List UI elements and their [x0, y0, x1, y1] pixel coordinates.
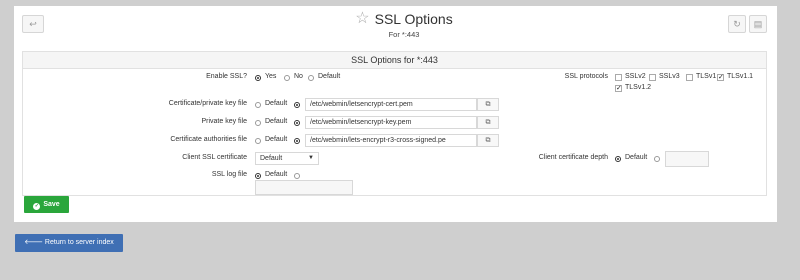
enable-ssl-no-radio[interactable]: [284, 75, 290, 81]
enable-ssl-no-label: No: [294, 73, 303, 80]
ssl-protocols-label: SSL protocols: [564, 73, 608, 80]
menu-button[interactable]: ▤: [749, 15, 767, 33]
client-depth-default-label: Default: [625, 154, 648, 161]
tlsv1-label: TLSv1: [696, 73, 717, 80]
page-header: ☆ SSL Options For *:443: [304, 11, 504, 40]
return-to-server-index-button[interactable]: 🡐 Return to server index: [15, 234, 123, 252]
cert-file-input[interactable]: /etc/webmin/letsencrypt-cert.pem: [305, 98, 477, 111]
ssl-log-default-label: Default: [265, 171, 288, 178]
ca-file-browse-button[interactable]: ⧉: [477, 134, 499, 147]
client-depth-default-radio[interactable]: [615, 156, 621, 162]
enable-ssl-default-label: Default: [318, 73, 341, 80]
private-key-label: Private key file: [201, 118, 247, 125]
client-cert-label: Client SSL certificate: [182, 154, 247, 161]
private-key-default-radio[interactable]: [255, 120, 261, 126]
menu-icon: ▤: [753, 19, 763, 29]
ca-file-custom-radio[interactable]: [294, 138, 300, 144]
ca-file-default-label: Default: [265, 136, 288, 143]
save-button-label: Save: [43, 201, 60, 208]
private-key-input[interactable]: /etc/webmin/letsencrypt-key.pem: [305, 116, 477, 129]
enable-ssl-yes-radio[interactable]: [255, 75, 261, 81]
file-chooser-icon: ⧉: [485, 137, 491, 144]
sslv2-checkbox[interactable]: [615, 74, 622, 81]
tlsv1-1-label: TLSv1.1: [727, 73, 754, 80]
ca-file-default-radio[interactable]: [255, 138, 261, 144]
cert-file-browse-button[interactable]: ⧉: [477, 98, 499, 111]
tlsv1-2-label: TLSv1.2: [625, 84, 652, 91]
client-cert-select-value: Default: [260, 155, 283, 162]
sslv3-label: SSLv3: [659, 73, 680, 80]
client-depth-input[interactable]: [665, 151, 709, 167]
cert-file-custom-radio[interactable]: [294, 102, 300, 108]
enable-ssl-default-radio[interactable]: [308, 75, 314, 81]
ssl-options-section: SSL Options for *:443 Enable SSL? Yes No…: [22, 51, 767, 196]
star-icon[interactable]: ☆: [355, 11, 369, 27]
return-button-label: Return to server index: [44, 239, 114, 246]
section-title: SSL Options for *:443: [23, 52, 766, 69]
back-button[interactable]: ↩: [22, 15, 44, 33]
cert-file-label: Certificate/private key file: [168, 100, 247, 107]
page-title: SSL Options: [374, 11, 453, 27]
sslv2-label: SSLv2: [625, 73, 646, 80]
sslv3-checkbox[interactable]: [649, 74, 656, 81]
main-panel: ↩ ☆ SSL Options For *:443 ↻ ▤ SSL Option…: [14, 6, 777, 222]
page-subtitle: For *:443: [388, 30, 420, 39]
tlsv1-1-checkbox[interactable]: ✓: [717, 74, 724, 81]
ssl-log-label: SSL log file: [211, 171, 247, 178]
arrow-left-icon: ↩: [29, 19, 37, 29]
ssl-log-default-radio[interactable]: [255, 173, 261, 179]
refresh-button[interactable]: ↻: [728, 15, 746, 33]
save-button[interactable]: ✓ Save: [24, 196, 69, 213]
cert-file-default-radio[interactable]: [255, 102, 261, 108]
ca-file-label: Certificate authorities file: [170, 136, 247, 143]
file-chooser-icon: ⧉: [485, 101, 491, 108]
cert-file-default-label: Default: [265, 100, 288, 107]
chevron-down-icon: ▼: [308, 155, 314, 161]
ca-file-input[interactable]: /etc/webmin/lets-encrypt-r3-cross-signed…: [305, 134, 477, 147]
client-depth-label: Client certificate depth: [538, 154, 608, 161]
private-key-custom-radio[interactable]: [294, 120, 300, 126]
arrow-left-icon: 🡐: [24, 239, 43, 246]
private-key-browse-button[interactable]: ⧉: [477, 116, 499, 129]
enable-ssl-yes-label: Yes: [265, 73, 277, 80]
tlsv1-2-checkbox[interactable]: ✓: [615, 85, 622, 92]
private-key-default-label: Default: [265, 118, 288, 125]
client-depth-custom-radio[interactable]: [654, 156, 660, 162]
client-cert-select[interactable]: Default ▼: [255, 152, 319, 165]
tlsv1-checkbox[interactable]: [686, 74, 693, 81]
ssl-log-input[interactable]: [255, 180, 353, 195]
enable-ssl-label: Enable SSL?: [206, 73, 247, 80]
ssl-log-custom-radio[interactable]: [294, 173, 300, 179]
file-chooser-icon: ⧉: [485, 119, 491, 126]
refresh-icon: ↻: [733, 19, 741, 29]
check-circle-icon: ✓: [33, 203, 41, 210]
